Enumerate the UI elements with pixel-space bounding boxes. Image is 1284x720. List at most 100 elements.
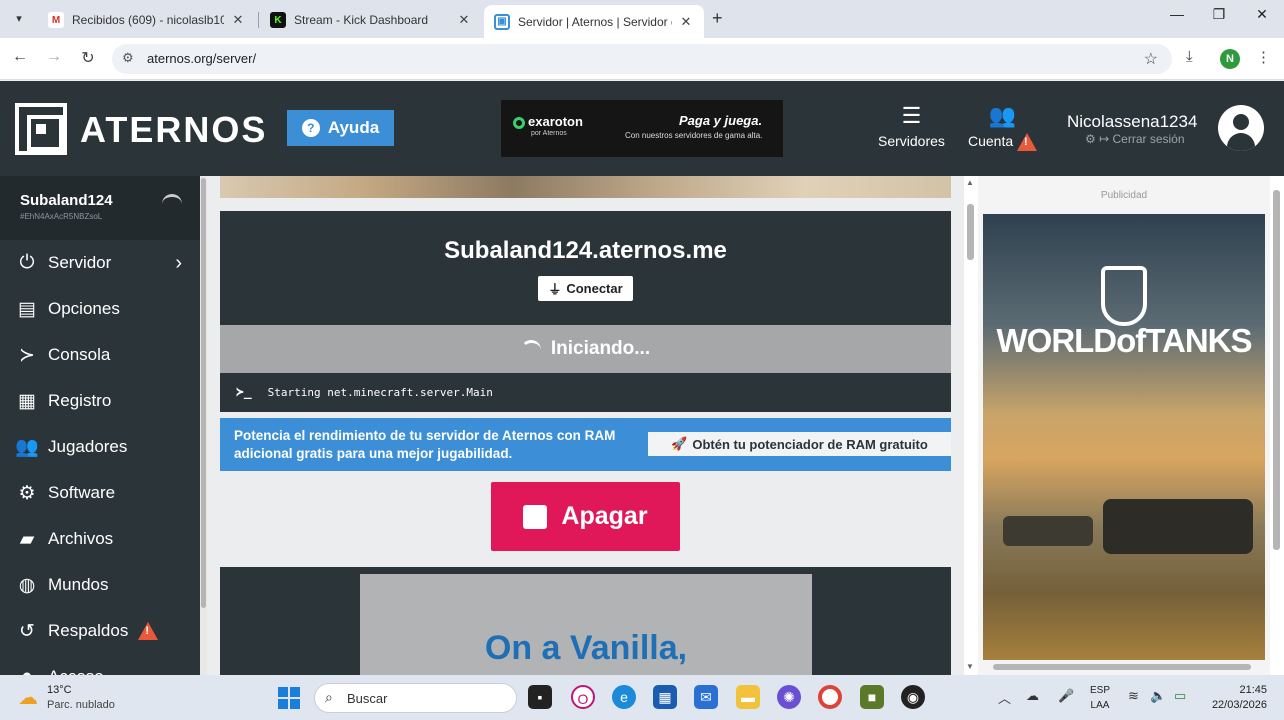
sidebar: Subaland124 #EhN4AxAcR5NBZsoL ⏻ Servidor…: [0, 176, 207, 675]
wot-title: WORLDofTANKS: [996, 322, 1253, 359]
weather-temp[interactable]: 13°C: [47, 684, 72, 696]
backup-icon: ↺: [19, 620, 35, 642]
folder-icon: ▰: [19, 528, 35, 550]
browser-toolbar: ← → ↻ ⚙ aternos.org/server/ ☆ ⤓ ⋮: [0, 38, 1284, 80]
server-name: Subaland124: [20, 192, 113, 209]
console-icon: ≻: [19, 344, 35, 366]
scroll-down-icon[interactable]: ▼: [966, 662, 974, 671]
sidebar-item-archivos[interactable]: ▰ Archivos: [0, 516, 200, 562]
opera-icon[interactable]: O: [571, 685, 595, 709]
edge-icon[interactable]: e: [612, 685, 636, 709]
help-button[interactable]: ? Ayuda: [287, 110, 394, 146]
tab-gmail[interactable]: M Recibidos (609) - nicolaslb1012 ✕: [38, 5, 256, 35]
tray-chevron-icon[interactable]: ︿: [998, 688, 1011, 707]
obs-icon[interactable]: ◉: [901, 685, 925, 709]
weather-desc[interactable]: Parc. nublado: [47, 699, 115, 711]
settings-app-icon[interactable]: ✺: [777, 685, 801, 709]
sidebar-item-jugadores[interactable]: 👥 Jugadores: [0, 424, 200, 470]
aternos-logo-text[interactable]: ATERNOS: [80, 109, 267, 151]
volume-icon[interactable]: 🔈: [1150, 688, 1166, 704]
close-tab-icon[interactable]: ✕: [230, 12, 246, 28]
sidebar-item-consola[interactable]: ≻ Consola: [0, 332, 200, 378]
sidebar-item-servidor[interactable]: ⏻ Servidor ›: [0, 240, 200, 286]
address-bar[interactable]: ⚙ aternos.org/server/ ☆: [112, 44, 1172, 74]
main-scrollbar[interactable]: ▲ ▼: [964, 176, 978, 675]
minimize-icon[interactable]: —: [1162, 6, 1192, 22]
exaroton-ad-banner[interactable]: exaroton por Aternos Paga y juega. Con n…: [501, 100, 783, 157]
maximize-icon[interactable]: ❐: [1204, 6, 1234, 23]
store-icon[interactable]: ▦: [653, 685, 677, 709]
task-view-icon[interactable]: ▪: [528, 685, 552, 709]
status-text: Iniciando...: [550, 338, 651, 359]
aternos-logo-icon[interactable]: [15, 103, 67, 155]
menu-icon[interactable]: ⋮: [1256, 48, 1271, 66]
scrollbar-thumb[interactable]: [967, 204, 974, 260]
microphone-icon[interactable]: 🎤: [1058, 688, 1074, 704]
tab-separator: [258, 12, 259, 28]
clock[interactable]: 21:45 22/03/2026: [1203, 683, 1267, 713]
sidebar-item-registro[interactable]: ▦ Registro: [0, 378, 200, 424]
close-tab-icon[interactable]: ✕: [678, 14, 694, 30]
bookmark-star-icon[interactable]: ☆: [1144, 49, 1158, 69]
tab-search-dropdown-icon[interactable]: ▾: [10, 10, 28, 28]
server-header[interactable]: Subaland124 #EhN4AxAcR5NBZsoL: [0, 176, 200, 240]
settings-gear-icon[interactable]: ⚙: [1085, 132, 1096, 146]
video-ad-card: On a Vanilla,: [220, 567, 951, 675]
taskbar-search[interactable]: ⌕ Buscar: [314, 683, 517, 713]
user-avatar[interactable]: [1218, 105, 1264, 151]
new-tab-button[interactable]: +: [712, 8, 723, 29]
language-indicator[interactable]: ESP LAA: [1090, 683, 1110, 713]
tab-kick[interactable]: K Stream - Kick Dashboard ✕: [260, 5, 482, 35]
site-info-icon[interactable]: ⚙: [122, 50, 134, 66]
video-ad[interactable]: On a Vanilla,: [360, 574, 812, 675]
profile-avatar[interactable]: N: [1220, 49, 1240, 69]
server-status-card: Subaland124.aternos.me ⏚ Conectar Inicia…: [220, 211, 951, 412]
tank-image: [1003, 516, 1093, 546]
loading-spinner-icon: [520, 339, 541, 360]
onedrive-icon[interactable]: ☁: [1026, 688, 1039, 704]
username: Nicolassena1234: [1067, 112, 1198, 131]
ad-scrollbar[interactable]: [1270, 176, 1284, 675]
kick-icon: K: [270, 12, 286, 28]
nav-account[interactable]: 👥 Cuenta !: [968, 103, 1038, 152]
back-icon[interactable]: ←: [9, 48, 31, 66]
windows-taskbar: ☁ 13°C Parc. nublado ⌕ Buscar ▪ O e ▦ ✉ …: [0, 675, 1284, 720]
sidebar-scrollbar[interactable]: [200, 176, 207, 675]
sidebar-item-acceso[interactable]: ● Acceso: [0, 654, 200, 675]
sidebar-item-mundos[interactable]: ◍ Mundos: [0, 562, 200, 608]
exaroton-logo-icon: [513, 116, 525, 129]
stop-button[interactable]: Apagar: [491, 482, 680, 551]
download-icon[interactable]: ⤓: [1186, 48, 1193, 65]
minecraft-icon[interactable]: ■: [860, 685, 884, 709]
chrome-icon[interactable]: [818, 685, 842, 709]
connect-button[interactable]: ⏚ Conectar: [538, 276, 633, 301]
wifi-icon[interactable]: ≋: [1128, 688, 1139, 704]
ad-horizontal-scrollbar[interactable]: [983, 662, 1265, 672]
url-text[interactable]: aternos.org/server/: [147, 51, 256, 66]
stop-icon: [523, 504, 548, 529]
weather-icon[interactable]: ☁: [18, 685, 38, 710]
sidebar-item-opciones[interactable]: ▤ Opciones: [0, 286, 200, 332]
logout-link[interactable]: ⚙ ↦ Cerrar sesión: [1085, 132, 1185, 146]
close-window-icon[interactable]: ✕: [1247, 6, 1277, 23]
console-preview[interactable]: ≻_ Starting net.minecraft.server.Main: [220, 373, 951, 412]
nav-servers[interactable]: ☰ Servidores: [878, 103, 945, 149]
tab-aternos[interactable]: ▣ Servidor | Aternos | Servidor de ✕: [484, 5, 704, 38]
file-explorer-icon[interactable]: ▬: [736, 685, 760, 709]
scroll-up-icon[interactable]: ▲: [966, 178, 974, 187]
windows-start-icon[interactable]: [278, 687, 300, 709]
close-tab-icon[interactable]: ✕: [456, 12, 472, 28]
sidebar-item-software[interactable]: ⚙ Software: [0, 470, 200, 516]
log-icon: ▦: [18, 390, 36, 412]
sidebar-item-respaldos[interactable]: ↺ Respaldos !: [0, 608, 200, 654]
world-of-tanks-ad[interactable]: WORLDofTANKS: [983, 214, 1265, 660]
outlook-icon[interactable]: ✉: [694, 685, 718, 709]
rocket-icon: 🚀: [671, 436, 688, 451]
reload-icon[interactable]: ↻: [77, 48, 99, 68]
forward-icon[interactable]: →: [43, 48, 65, 66]
server-banner-image: [220, 176, 951, 198]
ram-booster-button[interactable]: 🚀 Obtén tu potenciador de RAM gratuito: [648, 432, 951, 456]
chevron-right-icon: ›: [175, 251, 182, 274]
battery-icon[interactable]: ▭: [1174, 688, 1186, 704]
software-icon: ⚙: [18, 482, 36, 504]
